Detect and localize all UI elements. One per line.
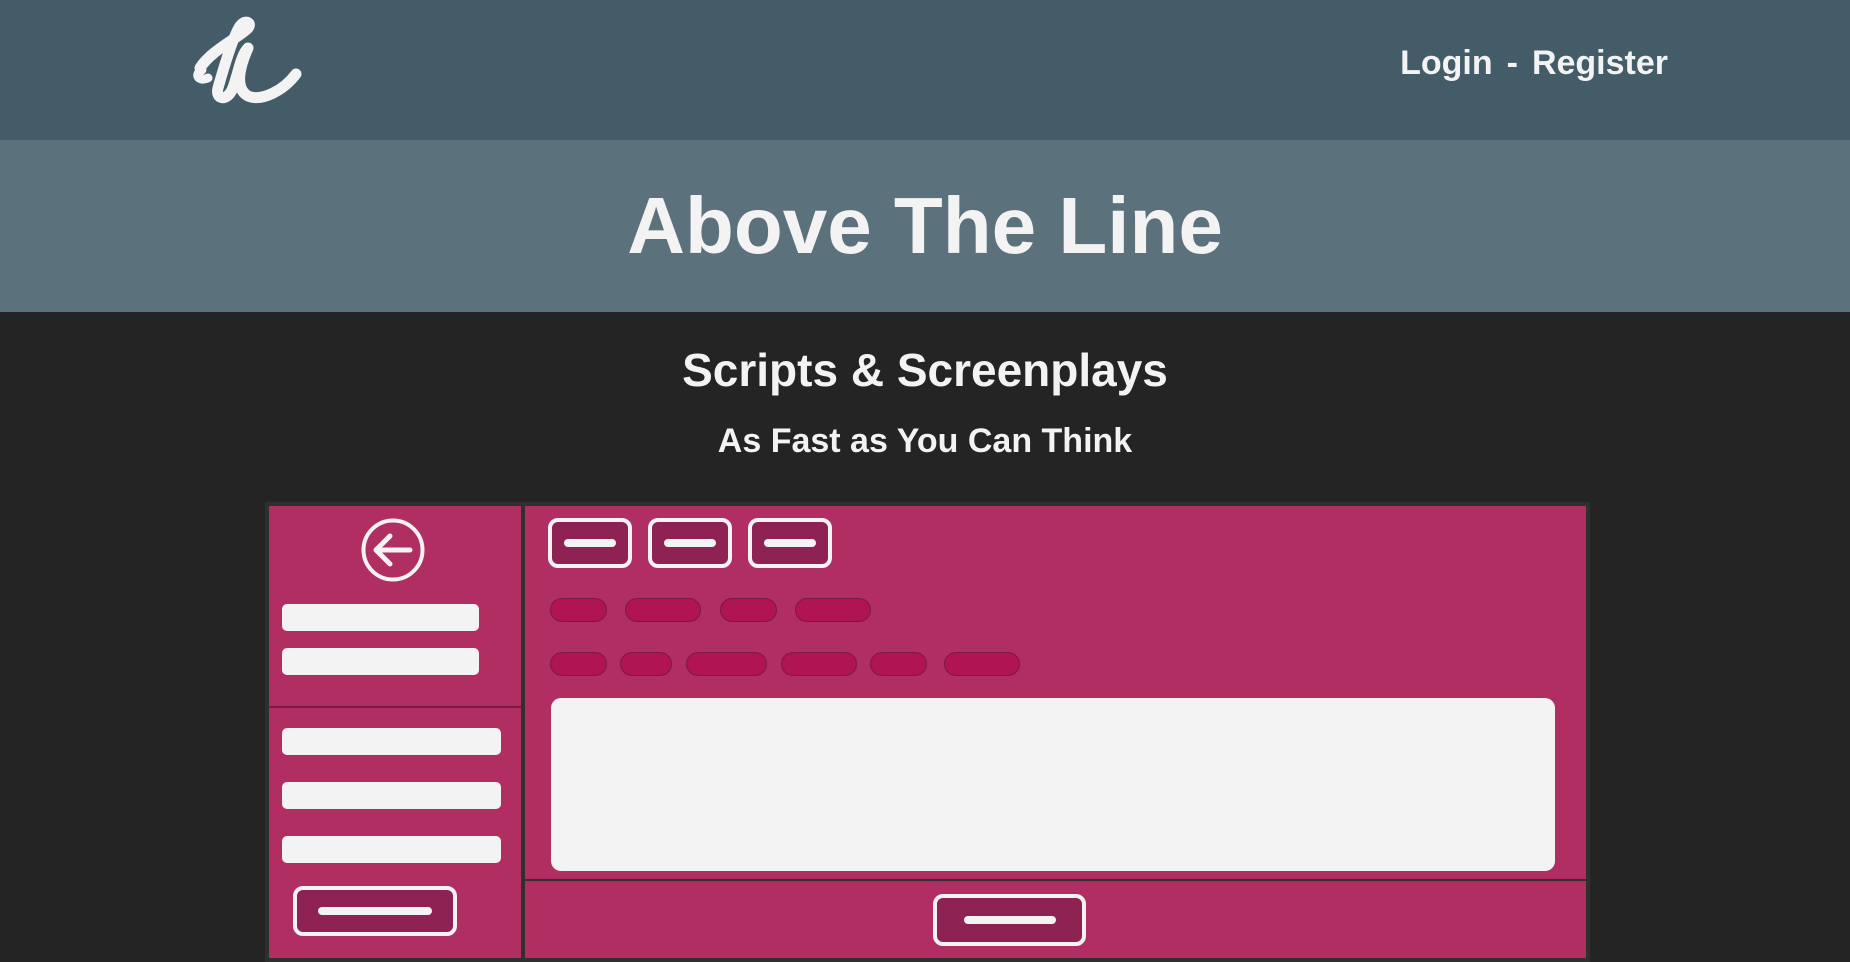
preview-toolbar-button [748, 518, 832, 568]
hero-title: Above The Line [627, 181, 1223, 270]
preview-sidebar-bar [282, 782, 501, 809]
preview-toolbar-button [548, 518, 632, 568]
preview-submit-button [933, 894, 1086, 946]
navbar: Login - Register [0, 0, 1850, 140]
preview-sidebar-bar [282, 728, 501, 755]
login-link[interactable]: Login [1400, 44, 1493, 83]
preview-sidebar-bar [282, 604, 479, 631]
app-preview-illustration [265, 502, 1590, 962]
preview-sidebar-bar [282, 836, 501, 863]
hero-banner: Above The Line [0, 140, 1850, 312]
preview-sidebar [269, 506, 525, 958]
auth-separator: - [1506, 44, 1518, 82]
preview-tag-pill [686, 652, 767, 676]
preview-main [525, 506, 1586, 958]
preview-tag-pill [944, 652, 1020, 676]
preview-tag-pill [795, 598, 871, 622]
preview-sidebar-bar [282, 648, 479, 675]
preview-toolbar-button [648, 518, 732, 568]
preview-sidebar-divider [269, 706, 521, 708]
intro-tagline: As Fast as You Can Think [717, 422, 1133, 460]
register-link[interactable]: Register [1532, 44, 1668, 83]
auth-links: Login - Register [1400, 44, 1668, 83]
preview-tag-pill [620, 652, 672, 676]
preview-tag-pill [550, 652, 607, 676]
back-arrow-icon [361, 518, 425, 582]
intro-subtitle: Scripts & Screenplays [682, 344, 1168, 396]
preview-tag-pill [781, 652, 857, 676]
preview-main-divider [525, 879, 1586, 881]
preview-sidebar-button [293, 886, 457, 936]
preview-tag-pill [550, 598, 607, 622]
signature-logo-icon[interactable] [188, 16, 308, 106]
preview-tag-pill [625, 598, 701, 622]
preview-editor-area [551, 698, 1555, 871]
preview-tag-pill [870, 652, 927, 676]
preview-tag-pill [720, 598, 777, 622]
